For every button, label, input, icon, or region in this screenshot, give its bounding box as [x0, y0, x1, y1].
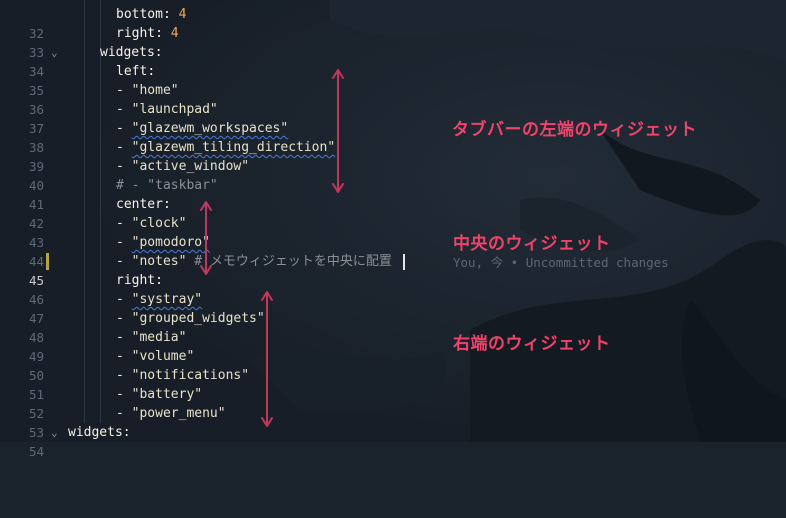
line-number: 54 [28, 444, 44, 459]
annotation-left-widgets: タブバーの左端のウィジェット [452, 120, 697, 140]
center-range-arrow [200, 201, 212, 275]
annotation-arrows [200, 69, 344, 427]
right-range-arrow [261, 291, 273, 427]
annotation-right-widgets: 右端のウィジェット [453, 334, 611, 354]
left-range-arrow [332, 69, 344, 193]
annotation-center-widgets: 中央のウィジェット [453, 234, 611, 254]
